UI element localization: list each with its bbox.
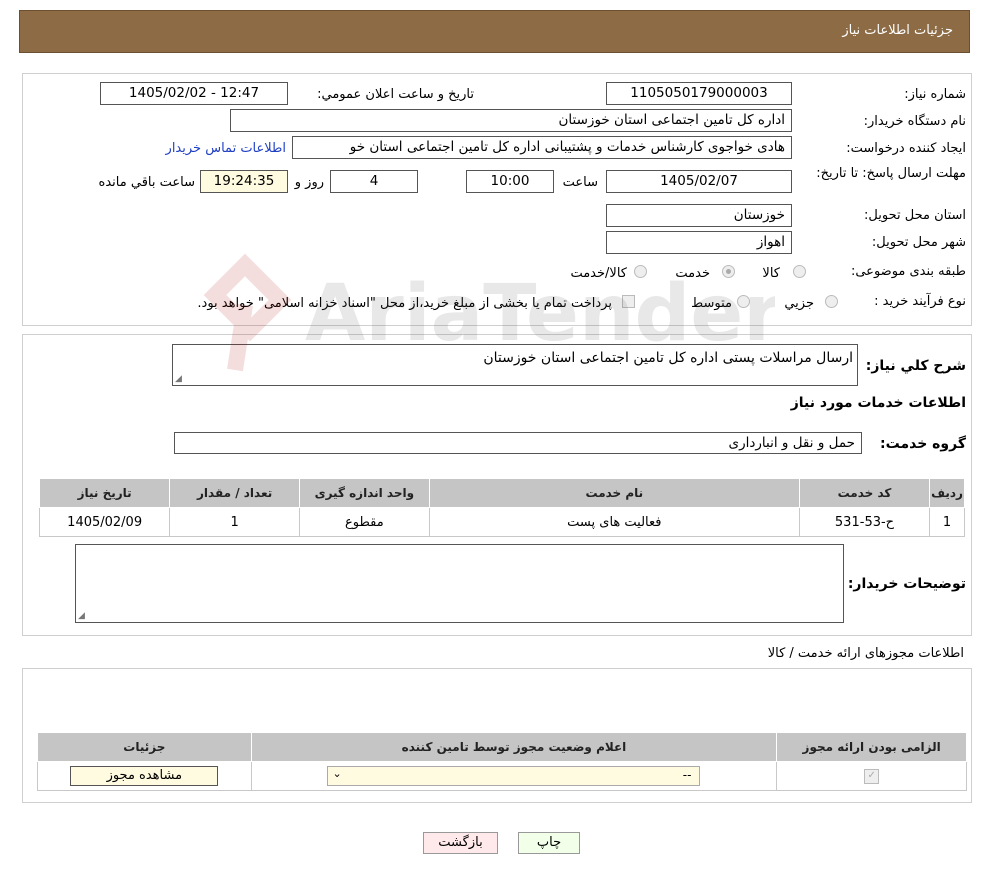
chevron-down-icon: ⌄ (332, 767, 342, 780)
permit-required-checkbox: ✓ (864, 768, 880, 784)
process-option-medium: متوسط (691, 296, 732, 311)
permits-table-header: الزامی بودن ارائه مجوز اعلام وضعیت مجوز … (37, 732, 967, 762)
creator-field: هادی خواجوی کارشناس خدمات و پشتیبانی ادا… (292, 136, 792, 159)
announce-label: تاریخ و ساعت اعلان عمومي: (317, 87, 474, 102)
cell-permit-status: -- ⌄ (250, 761, 778, 791)
permit-status-select[interactable]: -- ⌄ (327, 766, 701, 786)
process-option-minor: جزيي (784, 296, 814, 311)
general-desc-textarea[interactable]: ارسال مراسلات پستی اداره کل تامین اجتماع… (172, 344, 858, 386)
province-label: استان محل تحویل: (864, 208, 966, 223)
table-row: 1 ح-53-531 فعالیت های پست مقطوع 1 1405/0… (38, 507, 965, 537)
city-field: اهواز (606, 231, 792, 254)
announce-field: 1405/02/02 - 12:47 (100, 82, 288, 105)
creator-label: ايجاد کننده درخواست: (846, 141, 966, 156)
general-desc-label: شرح کلي نياز: (865, 358, 966, 374)
cell-permit-required: ✓ (776, 761, 967, 791)
buyer-notes-label: توضيحات خريدار: (847, 576, 966, 592)
process-radio-minor[interactable] (825, 295, 838, 308)
category-radio-goods-service[interactable] (634, 265, 647, 278)
services-section-title: اطلاعات خدمات مورد نياز (790, 395, 966, 411)
buyer-org-label: نام دستگاه خريدار: (863, 114, 966, 129)
category-label: طبقه بندی موضوعی: (850, 264, 966, 279)
days-field: 4 (330, 170, 418, 193)
cell-need-date: 1405/02/09 (38, 507, 171, 537)
col-permit-required: الزامی بودن ارائه مجوز (776, 732, 967, 762)
buyer-notes-textarea[interactable]: ◢ (75, 544, 844, 623)
category-option-goods: کالا (762, 266, 780, 281)
col-quantity: تعداد / مقدار (169, 478, 300, 508)
cell-permit-details: مشاهده مجوز (37, 761, 252, 791)
view-permit-button[interactable]: مشاهده مجوز (70, 766, 219, 786)
col-permit-details: جزئيات (37, 732, 252, 762)
table-row: ✓ -- ⌄ مشاهده مجوز (37, 761, 967, 791)
cell-quantity: 1 (169, 507, 300, 537)
col-unit: واحد اندازه گيری (298, 478, 430, 508)
cell-service-name: فعالیت های پست (428, 507, 800, 537)
deadline-time-field: 10:00 (466, 170, 554, 193)
payment-note: پرداخت تمام یا بخشی از مبلغ خرید،از محل … (197, 296, 612, 311)
need-number-field: 1105050179000003 (606, 82, 792, 105)
category-option-goods-service: کالا/خدمت (570, 266, 627, 281)
deadline-date-field: 1405/02/07 (606, 170, 792, 193)
col-need-date: تاريخ نياز (38, 478, 171, 508)
city-label: شهر محل تحویل: (871, 235, 966, 250)
service-group-label: گروه خدمت: (880, 436, 966, 452)
cell-service-code: ح-53-531 (798, 507, 931, 537)
process-label: نوع فرآیند خرید : (874, 294, 966, 309)
page-header: جزئیات اطلاعات نیاز (19, 10, 970, 53)
buyer-org-field: اداره کل تامین اجتماعی استان خوزستان (230, 109, 792, 132)
resize-handle-icon[interactable]: ◢ (78, 611, 85, 621)
category-option-service: خدمت (675, 266, 710, 281)
deadline-label: مهلت ارسال پاسخ: تا تاریخ: (816, 166, 966, 181)
permits-table: الزامی بودن ارائه مجوز اعلام وضعیت مجوز … (37, 732, 967, 791)
days-label: روز و (294, 175, 324, 190)
col-service-name: نام خدمت (428, 478, 800, 508)
service-group-field: حمل و نقل و انبارداری (174, 432, 862, 454)
process-radio-medium[interactable] (737, 295, 750, 308)
cell-row: 1 (929, 507, 965, 537)
category-radio-service[interactable] (722, 265, 735, 278)
permit-status-value: -- (682, 768, 692, 782)
services-table-header: رديف کد خدمت نام خدمت واحد اندازه گيری ت… (38, 478, 965, 508)
col-permit-status: اعلام وضعیت مجوز توسط تامین کننده (250, 732, 778, 762)
category-radio-goods[interactable] (793, 265, 806, 278)
treasury-payment-checkbox[interactable] (622, 295, 635, 308)
print-button[interactable]: چاپ (518, 832, 580, 854)
page-title: جزئیات اطلاعات نیاز (842, 23, 953, 38)
resize-handle-icon[interactable]: ◢ (175, 374, 182, 384)
cell-unit: مقطوع (298, 507, 430, 537)
back-button[interactable]: بازگشت (423, 832, 498, 854)
buyer-contact-link[interactable]: اطلاعات تماس خريدار (166, 141, 286, 156)
need-number-label: شماره نیاز: (904, 87, 966, 102)
general-desc-text: ارسال مراسلات پستی اداره کل تامین اجتماع… (483, 350, 853, 366)
col-row: رديف (929, 478, 965, 508)
services-table: رديف کد خدمت نام خدمت واحد اندازه گيری ت… (38, 478, 965, 537)
remaining-time-field: 19:24:35 (200, 170, 288, 193)
province-field: خوزستان (606, 204, 792, 227)
remaining-label: ساعت باقي مانده (98, 175, 195, 190)
col-service-code: کد خدمت (798, 478, 931, 508)
permits-section-title: اطلاعات مجوزهای ارائه خدمت / کالا (767, 646, 964, 661)
deadline-time-label: ساعت (562, 175, 598, 190)
